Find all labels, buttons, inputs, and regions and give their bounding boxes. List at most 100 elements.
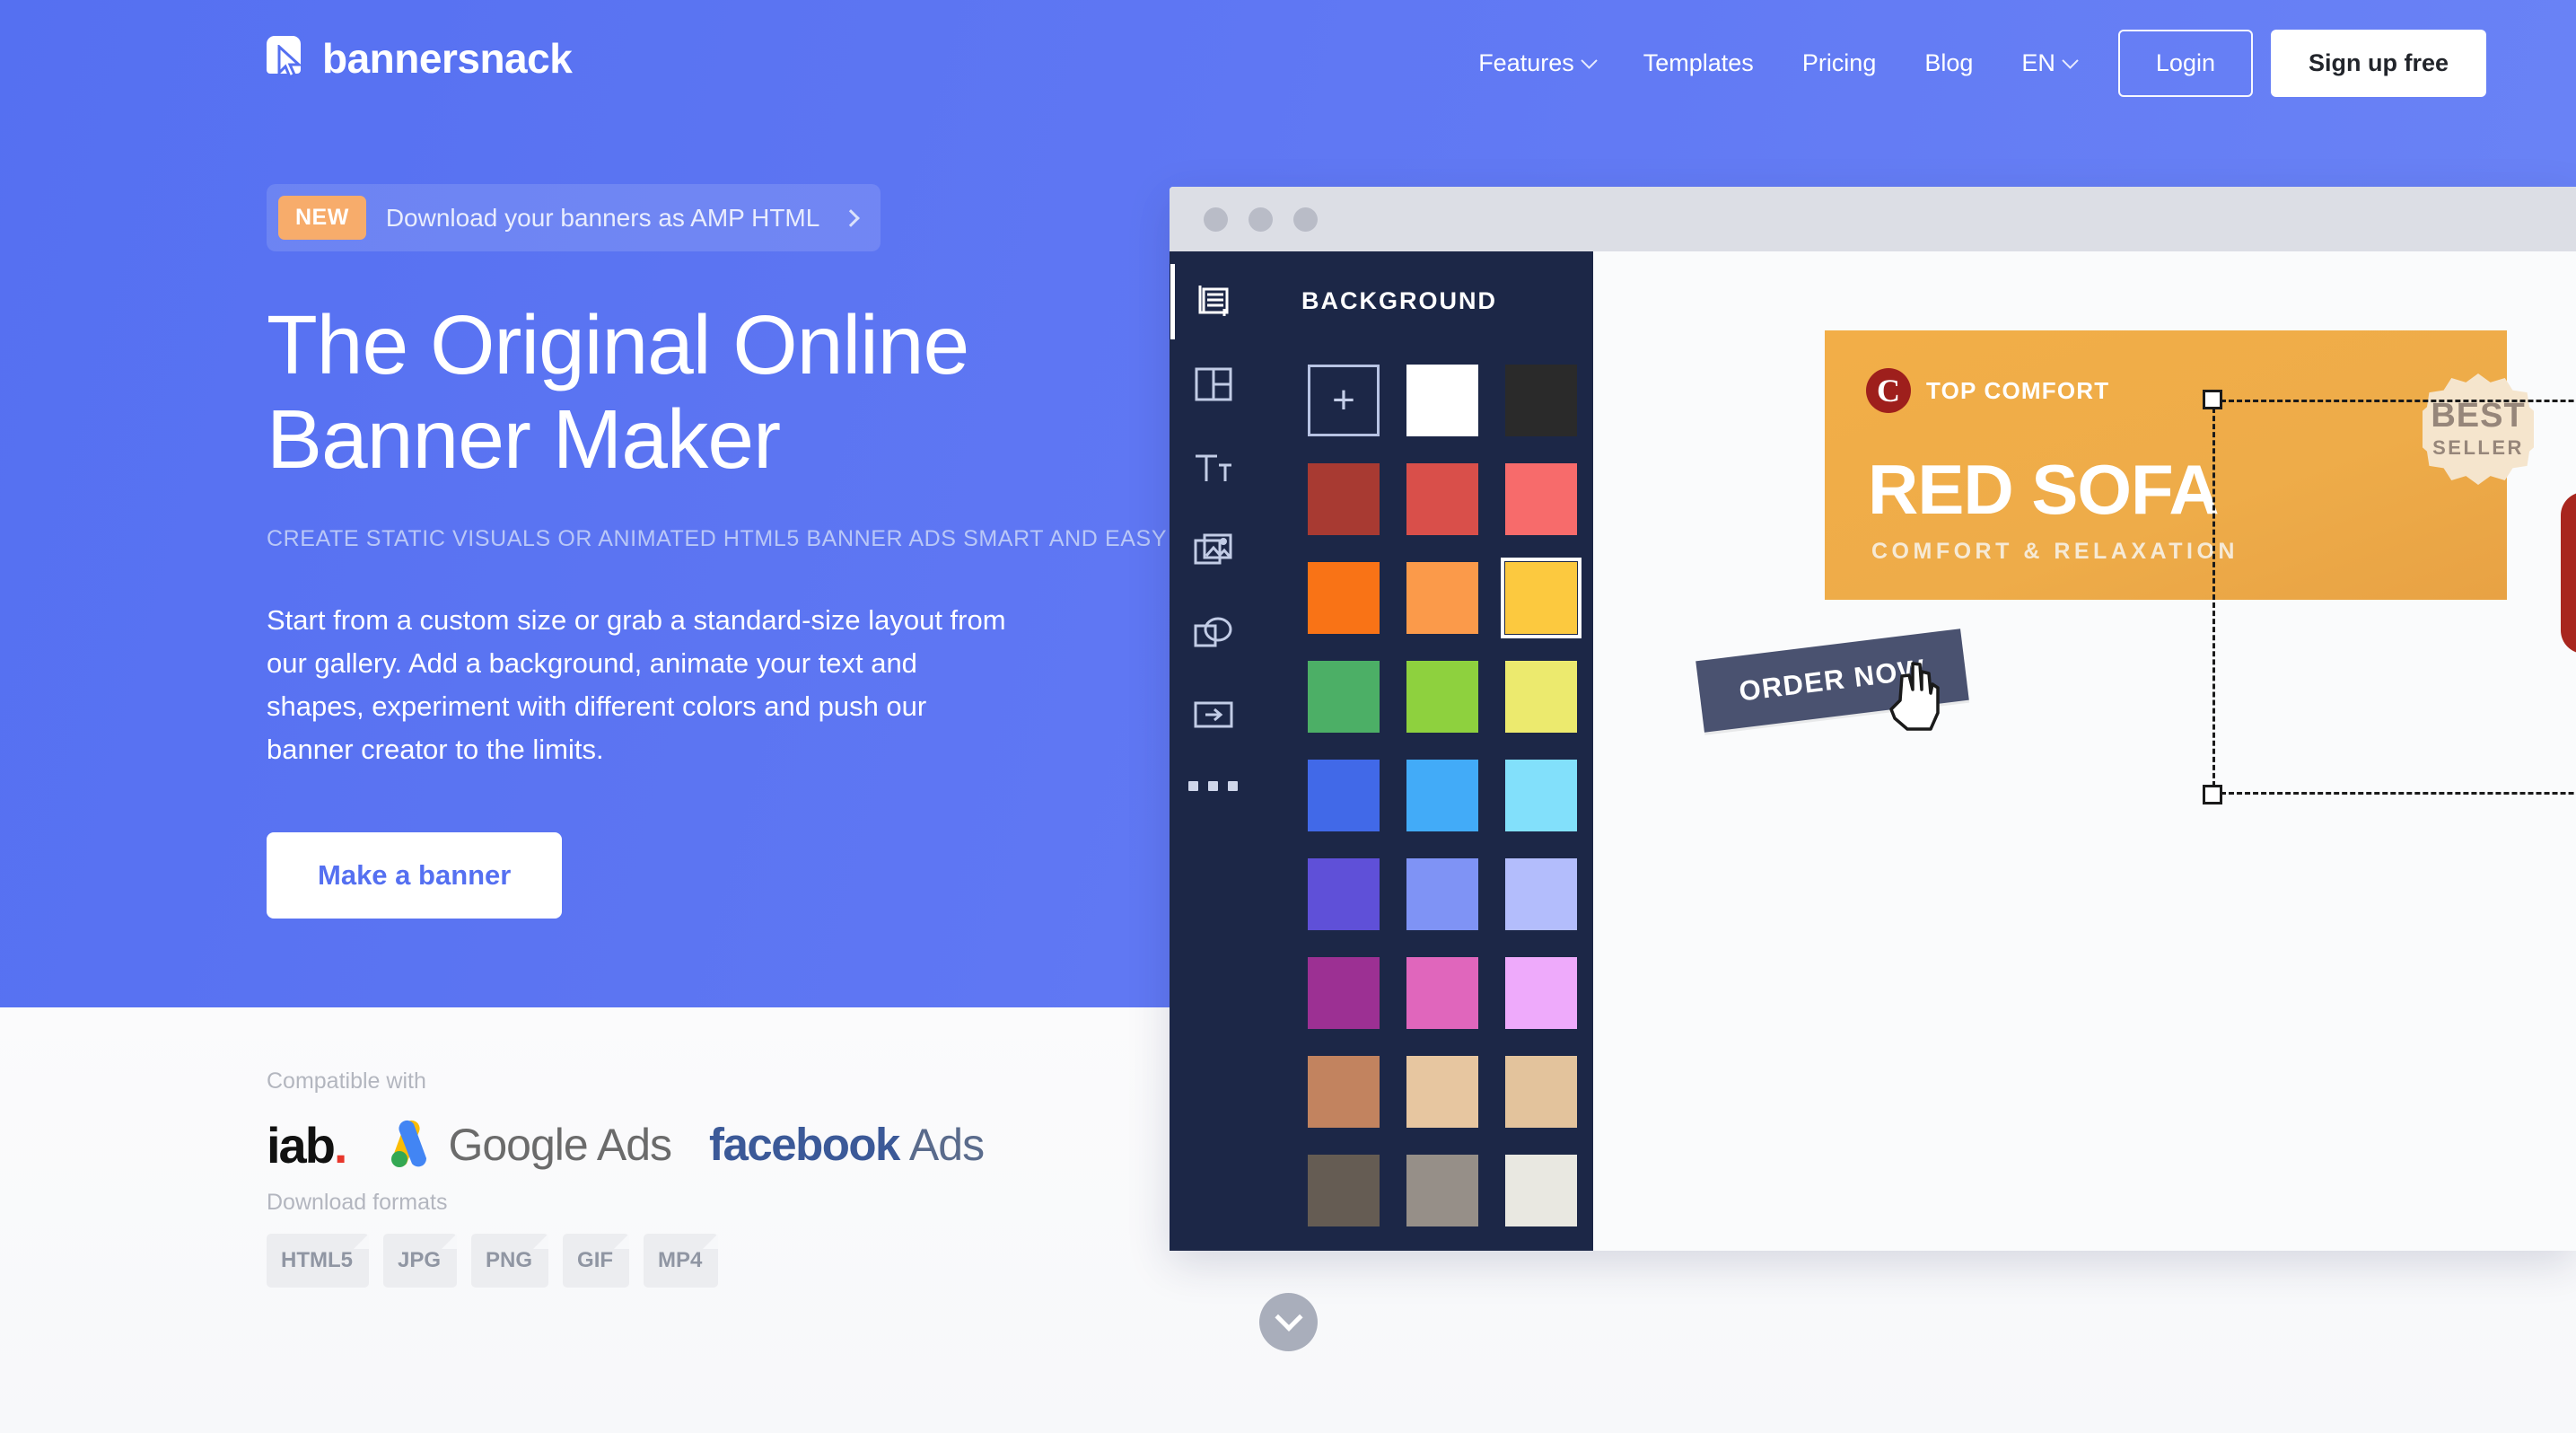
editor-canvas[interactable]: C TOP COMFORT RED SOFA COMFORT & RELAXAT… — [1593, 251, 2576, 1251]
nav-label: Blog — [1924, 48, 1974, 76]
format-chip: PNG — [471, 1234, 549, 1288]
color-swatch-selected[interactable] — [1501, 558, 1582, 638]
iab-dot: . — [333, 1117, 348, 1174]
nav-item-pricing[interactable]: Pricing — [1778, 49, 1901, 77]
chevron-down-icon — [2062, 51, 2079, 69]
chevron-down-icon — [1274, 1303, 1303, 1332]
color-swatch[interactable] — [1308, 661, 1380, 733]
color-swatch[interactable] — [1505, 1056, 1577, 1128]
color-swatch[interactable] — [1308, 1056, 1380, 1128]
hero-content: NEW Download your banners as AMP HTML Th… — [267, 184, 1173, 919]
brand-name: bannersnack — [322, 35, 573, 82]
hero-subtitle: CREATE STATIC VISUALS OR ANIMATED HTML5 … — [267, 526, 1168, 552]
color-swatch[interactable] — [1505, 463, 1577, 535]
chevron-down-icon — [1581, 51, 1598, 69]
announcement-banner[interactable]: NEW Download your banners as AMP HTML — [267, 184, 881, 251]
color-swatch[interactable] — [1406, 957, 1478, 1029]
make-a-banner-button[interactable]: Make a banner — [267, 832, 563, 919]
chevron-right-icon — [842, 208, 861, 227]
selection-handle-top-left[interactable] — [2203, 390, 2222, 409]
color-swatch[interactable] — [1505, 957, 1577, 1029]
format-chip: HTML5 — [267, 1234, 369, 1288]
hero-paragraph: Start from a custom size or grab a stand… — [267, 604, 1006, 766]
editor-tool-rail — [1170, 251, 1257, 1251]
color-swatch[interactable] — [1406, 858, 1478, 930]
animation-arrow-icon[interactable] — [1190, 691, 1237, 738]
text-icon[interactable] — [1190, 444, 1237, 490]
best-seller-badge: BEST SELLER — [2423, 374, 2534, 485]
selection-handle-bottom-left[interactable] — [2203, 785, 2222, 804]
title-line-1: The Original Online — [267, 298, 969, 391]
layout-grid-icon[interactable] — [1190, 361, 1237, 408]
nav-item-language[interactable]: EN — [1997, 49, 2100, 77]
banner-artboard[interactable]: C TOP COMFORT RED SOFA COMFORT & RELAXAT… — [1695, 330, 2576, 733]
nav-label: EN — [2021, 48, 2055, 76]
color-swatch[interactable] — [1406, 661, 1478, 733]
nav-label: Pricing — [1801, 48, 1877, 76]
window-dot-maximize[interactable] — [1293, 207, 1318, 232]
title-line-2: Banner Maker — [267, 392, 781, 487]
page-title: The Original Online Banner Maker — [267, 298, 1173, 487]
download-formats-label: Download formats — [267, 1190, 448, 1215]
nav-item-features[interactable]: Features — [1454, 49, 1619, 77]
background-panel: BACKGROUND + — [1257, 251, 1593, 1251]
format-chip: GIF — [563, 1234, 630, 1288]
color-swatch[interactable] — [1308, 562, 1380, 634]
more-dots-icon[interactable] — [1188, 781, 1238, 791]
announcement-text: Download your banners as AMP HTML — [385, 203, 820, 232]
color-swatch[interactable] — [1505, 858, 1577, 930]
brand-circle-icon: C — [1866, 368, 1911, 413]
color-swatch[interactable] — [1308, 957, 1380, 1029]
color-swatch[interactable] — [1406, 463, 1478, 535]
shapes-icon[interactable] — [1190, 609, 1237, 655]
login-button[interactable]: Login — [2117, 29, 2253, 97]
window-dot-minimize[interactable] — [1249, 207, 1273, 232]
iab-logo: iab. — [267, 1121, 347, 1171]
color-swatch[interactable] — [1505, 760, 1577, 831]
background-icon[interactable] — [1170, 264, 1237, 339]
nav-label: Templates — [1643, 48, 1754, 76]
nav-item-blog[interactable]: Blog — [1900, 49, 1997, 77]
badge-line-2: SELLER — [2432, 436, 2524, 459]
compatible-with-section: Compatible with iab. Google Ads facebook… — [267, 1068, 1254, 1171]
color-swatch[interactable] — [1308, 760, 1380, 831]
editor-window: BACKGROUND + C TOP COMFORT RED SOFA COMF… — [1170, 187, 2576, 1251]
color-swatch[interactable] — [1406, 1056, 1478, 1128]
google-ads-mark-icon — [391, 1120, 427, 1167]
format-chip-row: HTML5 JPG PNG GIF MP4 — [267, 1234, 719, 1288]
swatch-cell: + — [1294, 351, 1393, 450]
facebook-text: facebook — [709, 1119, 900, 1170]
color-swatch[interactable] — [1308, 858, 1380, 930]
banner-subline: COMFORT & RELAXATION — [1871, 539, 2239, 564]
google-ads-text: Google Ads — [448, 1120, 672, 1170]
hand-cursor-icon — [1889, 662, 1940, 731]
new-badge: NEW — [278, 196, 366, 240]
nav-item-templates[interactable]: Templates — [1619, 49, 1778, 77]
signup-button[interactable]: Sign up free — [2270, 29, 2486, 97]
images-icon[interactable] — [1190, 526, 1237, 573]
editor-body: BACKGROUND + C TOP COMFORT RED SOFA COMF… — [1170, 251, 2576, 1251]
top-navigation: bannersnack Features Templates Pricing B… — [0, 0, 2576, 126]
color-swatch[interactable] — [1505, 661, 1577, 733]
color-swatch[interactable] — [1308, 1155, 1380, 1226]
format-chip: JPG — [383, 1234, 458, 1288]
scroll-down-button[interactable] — [1259, 1293, 1318, 1351]
brand-logo[interactable]: bannersnack — [267, 34, 573, 83]
color-swatch[interactable] — [1505, 1155, 1577, 1226]
color-swatch[interactable] — [1308, 463, 1380, 535]
badge-line-1: BEST — [2431, 397, 2526, 435]
panel-title: BACKGROUND — [1301, 287, 1497, 314]
color-swatch[interactable] — [1406, 365, 1478, 436]
window-dot-close[interactable] — [1204, 207, 1228, 232]
brand-label: TOP COMFORT — [1926, 376, 2110, 404]
color-swatch[interactable] — [1505, 365, 1577, 436]
color-swatch[interactable] — [1406, 1155, 1478, 1226]
color-swatch[interactable] — [1406, 760, 1478, 831]
nav-label: Features — [1478, 48, 1574, 76]
partner-logos: iab. Google Ads facebook Ads — [267, 1118, 1254, 1171]
banner-brand: C TOP COMFORT — [1866, 368, 2109, 413]
compatible-label: Compatible with — [267, 1068, 426, 1094]
color-swatch[interactable] — [1406, 562, 1478, 634]
facebook-ads-text: Ads — [908, 1120, 985, 1170]
add-color-button[interactable]: + — [1308, 365, 1380, 436]
